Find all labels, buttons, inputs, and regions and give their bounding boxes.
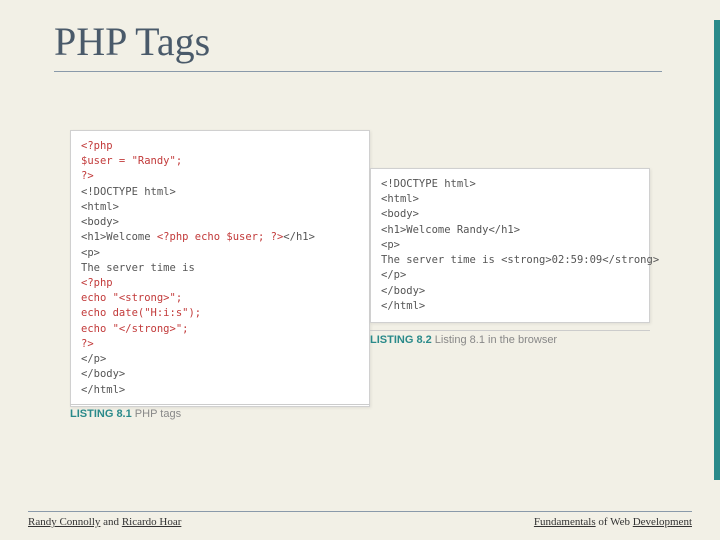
page-title: PHP Tags (54, 18, 662, 72)
code-line: <!DOCTYPE html> (381, 178, 476, 190)
code-listing-8-1: <?php $user = "Randy"; ?> <!DOCTYPE html… (70, 130, 370, 407)
figure-area: <?php $user = "Randy"; ?> <!DOCTYPE html… (70, 130, 650, 450)
code-line: <!DOCTYPE html> (81, 186, 176, 198)
code-line: <?php (81, 277, 113, 289)
code-line: ?> (81, 338, 94, 350)
code-line: </p> (81, 353, 106, 365)
footer-text: Development (633, 516, 692, 528)
footer-text: and (100, 516, 121, 528)
author-name: Randy Connolly (28, 516, 100, 528)
code-line: </html> (81, 384, 125, 396)
footer-text: Fundamentals (534, 516, 596, 528)
code-line: echo date("H:i:s"); (81, 307, 201, 319)
code-line: <p> (381, 239, 400, 251)
code-line: $user = "Randy"; (81, 155, 182, 167)
code-inline: <?php echo $user; ?> (157, 231, 283, 243)
code-line: <h1>Welcome Randy</h1> (381, 224, 520, 236)
accent-bar (714, 20, 720, 480)
code-line: </p> (381, 269, 406, 281)
code-line: <html> (81, 201, 119, 213)
code-line: <?php (81, 140, 113, 152)
code-line: </body> (81, 368, 125, 380)
code-line: </body> (381, 285, 425, 297)
caption-8-2: LISTING 8.2 Listing 8.1 in the browser (370, 330, 650, 346)
caption-label: LISTING 8.2 (370, 334, 432, 346)
code-line: echo "</strong>"; (81, 323, 188, 335)
footer-text: of Web (596, 516, 633, 528)
code-inline: </h1> (283, 231, 315, 243)
footer: Randy Connolly and Ricardo Hoar Fundamen… (28, 511, 692, 528)
caption-text: Listing 8.1 in the browser (432, 334, 557, 346)
code-line: ?> (81, 170, 94, 182)
code-line: echo "<strong>"; (81, 292, 182, 304)
caption-8-1: LISTING 8.1 PHP tags (70, 404, 370, 420)
code-line: <h1>Welcome (81, 231, 157, 243)
caption-text: PHP tags (132, 408, 181, 420)
code-listing-8-2: <!DOCTYPE html> <html> <body> <h1>Welcom… (370, 168, 650, 323)
footer-book-title: Fundamentals of Web Development (534, 516, 692, 528)
code-line: <p> (81, 247, 100, 259)
author-name: Ricardo Hoar (122, 516, 182, 528)
caption-label: LISTING 8.1 (70, 408, 132, 420)
code-line: <html> (381, 193, 419, 205)
code-line: The server time is (81, 262, 195, 274)
code-line: <body> (381, 208, 419, 220)
code-line: </html> (381, 300, 425, 312)
footer-authors: Randy Connolly and Ricardo Hoar (28, 516, 181, 528)
code-line: The server time is <strong>02:59:09</str… (381, 254, 659, 266)
code-line: <body> (81, 216, 119, 228)
